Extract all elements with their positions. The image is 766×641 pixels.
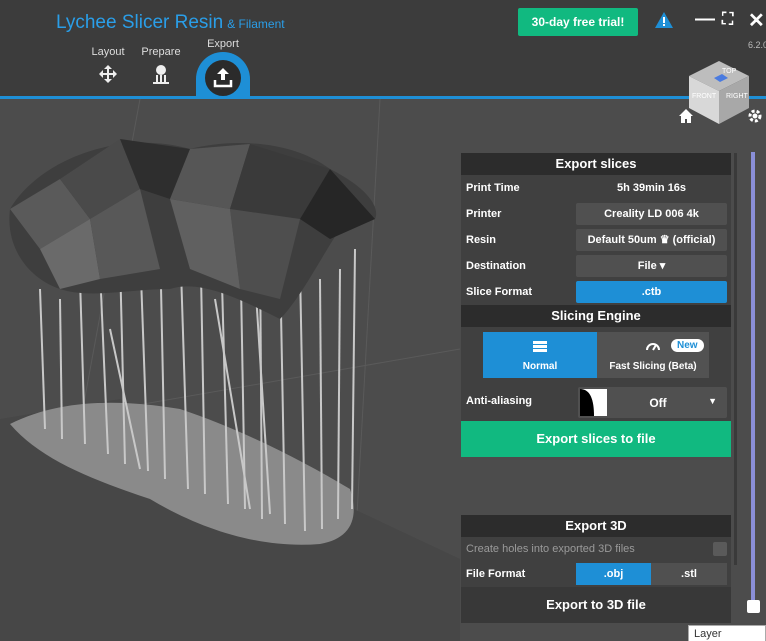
cube-front-label: FRONT (692, 93, 717, 100)
anti-aliasing-label: Anti-aliasing (466, 395, 533, 407)
mode-export[interactable]: Export (198, 38, 248, 50)
export-3d-panel: Export 3D Create holes into exported 3D … (461, 515, 731, 623)
anti-aliasing-preview-icon (580, 389, 607, 416)
print-time-value: 5h 39min 16s (616, 182, 687, 194)
gear-icon[interactable] (747, 108, 763, 124)
layers-icon (533, 341, 547, 352)
export-3d-button[interactable]: Export to 3D file (461, 587, 731, 623)
slice-format-button[interactable]: .ctb (576, 281, 727, 303)
file-format-label: File Format (466, 568, 526, 580)
panel-scrollbar[interactable] (734, 153, 737, 565)
export-slices-button[interactable]: Export slices to file (461, 421, 731, 457)
warning-icon[interactable] (655, 12, 673, 28)
export-slices-title: Export slices (461, 153, 731, 175)
export-icon (213, 68, 233, 88)
printer-select[interactable]: Creality LD 006 4k (576, 203, 727, 225)
mode-layout-label: Layout (91, 46, 125, 58)
supports-icon (153, 65, 169, 84)
slice-format-label: Slice Format (466, 286, 533, 298)
mode-prepare[interactable]: Prepare (136, 46, 186, 86)
layer-slider-track[interactable] (751, 152, 755, 607)
mode-export-label: Export (207, 38, 239, 50)
cube-right-label: RIGHT (726, 93, 749, 100)
destination-row: Destination File ▾ (461, 253, 731, 279)
home-icon[interactable] (678, 108, 694, 124)
new-badge: New (671, 339, 704, 352)
cube-top-label: TOP (722, 68, 737, 75)
resin-label: Resin (466, 234, 496, 246)
engine-fast-label: Fast Slicing (Beta) (609, 361, 697, 372)
chevron-down-icon: ▼ (708, 396, 717, 406)
print-time-label: Print Time (466, 182, 520, 194)
anti-aliasing-dropdown[interactable]: Off ▼ (578, 387, 727, 418)
export-slices-panel: Export slices Print Time 5h 39min 16s Pr… (461, 153, 731, 457)
slicing-engine-selector: Normal Fast Slicing (Beta) New (461, 327, 731, 383)
slicing-engine-title: Slicing Engine (461, 305, 731, 327)
create-holes-checkbox[interactable] (713, 542, 727, 556)
mode-layout[interactable]: Layout (83, 46, 133, 86)
file-format-row: File Format .obj .stl (461, 561, 731, 587)
create-holes-row: Create holes into exported 3D files (461, 537, 731, 561)
format-obj-button[interactable]: .obj (576, 563, 651, 585)
app-title-text: Lychee Slicer Resin (56, 12, 224, 33)
app-subtitle: & Filament (227, 17, 285, 31)
engine-normal-option[interactable]: Normal (483, 332, 597, 378)
destination-label: Destination (466, 260, 526, 272)
close-icon[interactable]: ✕ (748, 8, 765, 33)
anti-aliasing-row: Anti-aliasing Off ▼ (461, 383, 731, 421)
minimize-icon[interactable]: — (695, 8, 715, 31)
export-3d-title: Export 3D (461, 515, 731, 537)
engine-normal-label: Normal (522, 361, 558, 372)
create-holes-label: Create holes into exported 3D files (466, 543, 635, 555)
destination-dropdown[interactable]: File ▾ (576, 255, 727, 277)
mode-export-button[interactable] (203, 58, 243, 98)
resin-row: Resin Default 50um ♛ (official) (461, 227, 731, 253)
top-bar: Lychee Slicer Resin & Filament Layout Pre… (0, 0, 766, 100)
printer-label: Printer (466, 208, 502, 220)
slice-format-row: Slice Format .ctb (461, 279, 731, 305)
view-cube[interactable]: TOP FRONT RIGHT (684, 56, 754, 126)
mode-prepare-label: Prepare (141, 46, 181, 58)
layer-preview-tooltip: Layer Preview (688, 625, 766, 641)
free-trial-button[interactable]: 30-day free trial! (518, 8, 638, 36)
print-time-row: Print Time 5h 39min 16s (461, 175, 731, 201)
printer-row: Printer Creality LD 006 4k (461, 201, 731, 227)
move-icon (99, 65, 117, 83)
version-label: 6.2.0 (748, 40, 766, 50)
gauge-icon (646, 343, 660, 351)
layer-slider-handle[interactable] (747, 600, 760, 613)
maximize-icon[interactable]: ⛶ (722, 11, 733, 29)
format-stl-button[interactable]: .stl (651, 563, 727, 585)
resin-select[interactable]: Default 50um ♛ (official) (576, 229, 727, 251)
anti-aliasing-value: Off (649, 396, 667, 410)
app-title: Lychee Slicer Resin & Filament (56, 12, 285, 34)
